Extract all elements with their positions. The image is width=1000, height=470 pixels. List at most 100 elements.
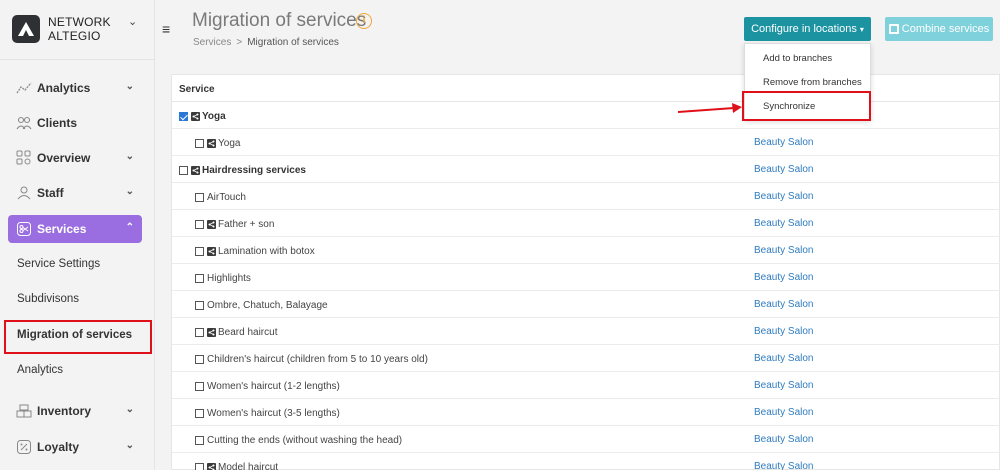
sidebar-item-label: Analytics [37,81,91,95]
sidebar-item-overview[interactable]: Overview ⌄ [8,144,142,172]
hamburger-menu-icon[interactable]: ≡ [162,21,170,37]
location-link[interactable]: Beauty Salon [754,218,814,229]
share-icon [191,166,200,175]
sidebar-item-label: Clients [37,116,78,130]
loyalty-icon [16,439,32,455]
row-checkbox[interactable] [195,328,204,337]
table-row[interactable]: Highlights Beauty Salon [172,264,1000,291]
row-checkbox[interactable] [195,220,204,229]
table-row[interactable]: Women's haircut (3-5 lengths) Beauty Salo… [172,399,1000,426]
location-link[interactable]: Beauty Salon [754,353,814,364]
breadcrumb-services[interactable]: Services [193,37,231,48]
combine-button-label: Combine services [901,23,990,35]
sidebar-subitem-analytics[interactable]: Analytics [17,364,63,376]
brand-line-1: NETWORK [48,15,111,29]
sidebar-item-clients[interactable]: Clients [8,109,142,137]
staff-icon [16,185,32,201]
clients-icon [16,115,32,131]
scissors-icon [16,221,32,237]
location-link[interactable]: Beauty Salon [754,407,814,418]
sidebar-item-loyalty[interactable]: Loyalty ⌄ [8,433,142,461]
table-row[interactable]: Father + son Beauty Salon [172,210,1000,237]
breadcrumb-current: Migration of services [247,37,339,48]
service-name: Women's haircut (1-2 lengths) [207,381,340,392]
breadcrumb: Services > Migration of services [193,37,339,48]
location-link[interactable]: Beauty Salon [754,137,814,148]
table-row[interactable]: Lamination with botox Beauty Salon [172,237,1000,264]
brand-line-2: ALTEGIO [48,29,101,43]
location-link[interactable]: Beauty Salon [754,272,814,283]
sidebar: NETWORK ALTEGIO ⌄ Analytics ⌄ Clients Ov… [0,0,155,470]
row-checkbox[interactable] [195,139,204,148]
share-icon [207,328,216,337]
service-name: Highlights [207,273,251,284]
table-row[interactable]: Women's haircut (1-2 lengths) Beauty Salo… [172,372,1000,399]
table-row[interactable]: Model haircut Beauty Salon [172,453,1000,470]
service-name: Father + son [218,219,275,230]
row-checkbox[interactable] [195,247,204,256]
share-icon [207,220,216,229]
table-row[interactable]: Cutting the ends (without washing the he… [172,426,1000,453]
row-checkbox[interactable] [179,166,188,175]
configure-in-locations-button[interactable]: Configure in locations ▾ [744,17,871,41]
chevron-down-icon: ⌄ [125,186,134,197]
sidebar-subitem-subdivisions[interactable]: Subdivisons [17,293,79,305]
inventory-icon [16,403,32,419]
table-row-group[interactable]: Yoga [172,102,1000,129]
brand-name: NETWORK ALTEGIO [48,15,111,43]
location-link[interactable]: Beauty Salon [754,164,814,175]
chevron-down-icon[interactable]: ⌄ [128,15,137,28]
sidebar-item-inventory[interactable]: Inventory ⌄ [8,397,142,425]
row-checkbox[interactable] [195,274,204,283]
location-link[interactable]: Beauty Salon [754,191,814,202]
table-row[interactable]: AirTouch Beauty Salon [172,183,1000,210]
service-name: AirTouch [207,192,246,203]
share-icon [207,139,216,148]
brand-switcher[interactable]: NETWORK ALTEGIO ⌄ [0,0,155,60]
chevron-up-icon: ⌃ [125,222,134,233]
chevron-down-icon: ⌄ [125,440,134,451]
column-header-service: Service [179,84,215,95]
table-row[interactable]: Beard haircut Beauty Salon [172,318,1000,345]
share-icon [191,112,200,121]
table-row[interactable]: Ombre, Chatuch, Balayage Beauty Salon [172,291,1000,318]
location-link[interactable]: Beauty Salon [754,299,814,310]
sidebar-subitem-service-settings[interactable]: Service Settings [17,258,100,270]
sidebar-item-services[interactable]: Services ⌃ [8,215,142,243]
sidebar-item-analytics[interactable]: Analytics ⌄ [8,74,142,102]
app: NETWORK ALTEGIO ⌄ Analytics ⌄ Clients Ov… [0,0,1000,470]
sidebar-item-staff[interactable]: Staff ⌄ [8,179,142,207]
table-row-group[interactable]: Hairdressing services Beauty Salon [172,156,1000,183]
location-link[interactable]: Beauty Salon [754,380,814,391]
service-name: Children's haircut (children from 5 to 1… [207,354,428,365]
highlight-box-migration [4,320,152,354]
table-header: Service [172,75,1000,102]
menu-item-remove-from-branches[interactable]: Remove from branches [763,77,862,88]
row-checkbox[interactable] [195,382,204,391]
row-checkbox[interactable] [195,463,204,470]
row-checkbox[interactable] [195,355,204,364]
configure-button-label: Configure in locations [751,23,857,35]
altegio-logo [12,15,40,43]
caret-down-icon: ▾ [859,24,864,34]
share-icon [207,247,216,256]
info-icon[interactable]: i [356,13,372,29]
row-checkbox[interactable] [195,409,204,418]
row-checkbox[interactable] [195,193,204,202]
sidebar-item-label: Staff [37,186,64,200]
combine-services-button[interactable]: Combine services [885,17,993,41]
location-link[interactable]: Beauty Salon [754,434,814,445]
row-checkbox[interactable] [195,301,204,310]
location-link[interactable]: Beauty Salon [754,245,814,256]
table-row[interactable]: Yoga Beauty Salon [172,129,1000,156]
row-checkbox[interactable] [195,436,204,445]
location-link[interactable]: Beauty Salon [754,461,814,470]
highlight-box-synchronize [742,91,871,121]
page-title: Migration of services [192,10,367,31]
overview-icon [16,150,32,166]
menu-item-add-to-branches[interactable]: Add to branches [763,53,832,64]
location-link[interactable]: Beauty Salon [754,326,814,337]
red-arrow-annotation [678,103,742,113]
row-checkbox[interactable] [179,112,188,121]
table-row[interactable]: Children's haircut (children from 5 to 1… [172,345,1000,372]
